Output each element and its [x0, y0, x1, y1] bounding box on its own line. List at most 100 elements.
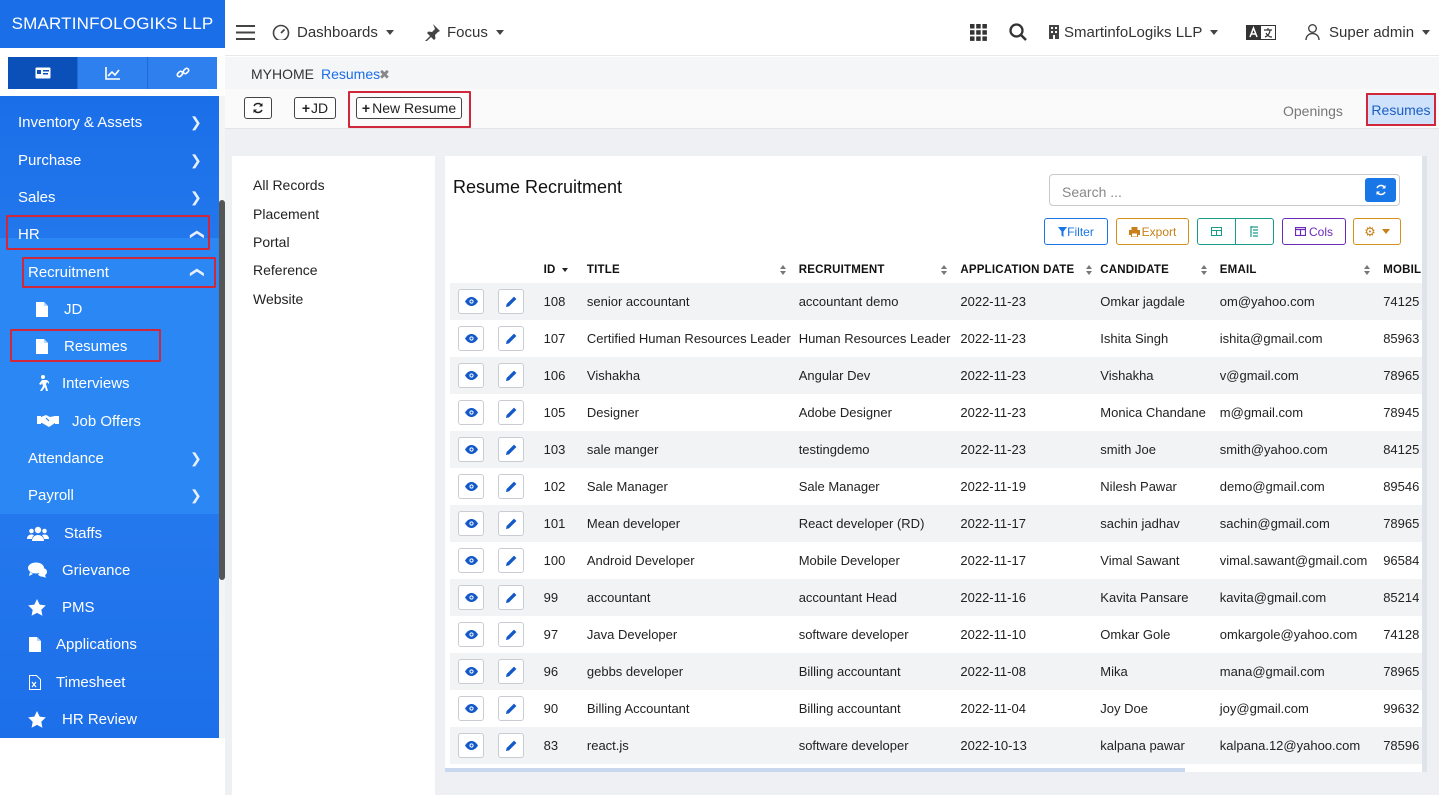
view-button[interactable]: [458, 548, 484, 573]
focus-menu[interactable]: Focus: [423, 8, 504, 56]
edit-button[interactable]: [498, 511, 525, 536]
export-label: Export: [1141, 224, 1177, 239]
close-tab-icon[interactable]: ✖: [379, 67, 390, 83]
view-button[interactable]: [458, 585, 484, 610]
language-icon[interactable]: [1246, 8, 1276, 56]
category-filter-panel: All Records Placement Portal Reference W…: [232, 156, 435, 795]
edit-button[interactable]: [498, 548, 525, 573]
cell-title: Mean developer: [582, 505, 795, 542]
table-body: 108 senior accountant accountant demo 2022-…: [450, 283, 1427, 764]
column-header-recruitment[interactable]: RECRUITMENT: [795, 257, 957, 283]
apps-grid-icon[interactable]: [970, 8, 987, 56]
view-button[interactable]: [458, 659, 484, 684]
sidebar-item-payroll[interactable]: Payroll ❯: [0, 478, 219, 512]
filter-reference[interactable]: Reference: [253, 262, 318, 278]
view-button[interactable]: [458, 511, 484, 536]
comments-icon: [27, 560, 49, 580]
column-header-mobile[interactable]: MOBIL: [1379, 257, 1427, 283]
edit-button[interactable]: [498, 363, 525, 388]
edit-button[interactable]: [498, 437, 525, 462]
column-header-id[interactable]: ID: [540, 257, 583, 283]
company-selector[interactable]: SmartinfoLogiks LLP: [1049, 8, 1219, 56]
edit-button[interactable]: [498, 622, 525, 647]
pencil-icon: [505, 629, 517, 640]
cell-recruitment: Mobile Developer: [798, 553, 900, 568]
sidebar-item-grievance[interactable]: Grievance: [0, 553, 219, 587]
refresh-button[interactable]: [244, 97, 272, 119]
horizontal-scrollbar[interactable]: [445, 768, 1185, 772]
column-header-title[interactable]: TITLE: [583, 257, 795, 283]
list-view-button[interactable]: [1236, 219, 1274, 244]
vertical-scrollbar[interactable]: [1422, 156, 1427, 772]
view-button[interactable]: [458, 363, 484, 388]
tab-resumes[interactable]: Resumes: [1366, 93, 1436, 126]
export-button[interactable]: Export: [1116, 218, 1189, 245]
brand-title: SMARTINFOLOGIKS LLP: [0, 0, 225, 48]
sidebar-item-job-offers[interactable]: Job Offers: [0, 404, 219, 438]
pencil-icon: [505, 555, 517, 566]
view-button[interactable]: [458, 696, 484, 721]
column-header-email[interactable]: EMAIL: [1216, 257, 1379, 283]
view-button[interactable]: [458, 733, 484, 758]
eye-icon: [464, 334, 478, 343]
hamburger-icon[interactable]: [236, 8, 255, 56]
edit-button[interactable]: [498, 585, 525, 610]
filter-all-records[interactable]: All Records: [253, 177, 325, 193]
cell-title: sale manger: [582, 431, 795, 468]
sidebar-item-purchase[interactable]: Purchase ❯: [0, 143, 219, 177]
sidebar-item-attendance[interactable]: Attendance ❯: [0, 441, 219, 475]
tab-links[interactable]: [148, 57, 217, 89]
view-button[interactable]: [458, 622, 484, 647]
plus-icon: +: [301, 100, 311, 116]
breadcrumb-home[interactable]: MYHOME: [251, 66, 314, 82]
sidebar-item-jd[interactable]: JD: [0, 292, 219, 326]
dashboards-menu[interactable]: Dashboards: [272, 8, 394, 56]
add-jd-button[interactable]: + JD: [294, 97, 336, 119]
sidebar-item-timesheet[interactable]: Timesheet: [0, 665, 219, 699]
view-button[interactable]: [458, 474, 484, 499]
sidebar-item-hr-review[interactable]: HR Review: [0, 702, 219, 736]
edit-button[interactable]: [498, 289, 525, 314]
column-header-application-date[interactable]: APPLICATION DATE: [956, 257, 1096, 283]
pencil-icon: [505, 333, 517, 344]
table-row: 103 sale manger testingdemo 2022-11-23 smith…: [450, 431, 1427, 468]
search-icon[interactable]: [1009, 8, 1027, 56]
edit-button[interactable]: [498, 474, 525, 499]
cell-candidate: Mika: [1096, 653, 1216, 690]
sidebar-item-inventory[interactable]: Inventory & Assets ❯: [0, 105, 219, 139]
edit-button[interactable]: [498, 659, 525, 684]
filter-button[interactable]: Filter: [1044, 218, 1108, 245]
edit-button[interactable]: [498, 326, 525, 351]
user-menu[interactable]: Super admin: [1305, 8, 1431, 56]
filter-website[interactable]: Website: [253, 291, 303, 307]
chevron-right-icon: ❯: [190, 113, 202, 130]
cell-candidate: smith Joe: [1096, 431, 1216, 468]
column-header-candidate[interactable]: CANDIDATE: [1096, 257, 1216, 283]
cell-mobile: 96584: [1383, 553, 1420, 568]
columns-button[interactable]: Cols: [1282, 218, 1346, 245]
cell-email: m@gmail.com: [1219, 405, 1304, 420]
tab-cards[interactable]: [8, 57, 78, 89]
table-view-button[interactable]: [1198, 219, 1236, 244]
edit-button[interactable]: [498, 696, 525, 721]
edit-button[interactable]: [498, 733, 525, 758]
view-button[interactable]: [458, 326, 484, 351]
tab-charts[interactable]: [78, 57, 148, 89]
filter-portal[interactable]: Portal: [253, 234, 290, 250]
sidebar-item-interviews[interactable]: Interviews: [0, 366, 219, 400]
view-button[interactable]: [458, 437, 484, 462]
cell-title: Java Developer: [586, 627, 678, 642]
view-button[interactable]: [458, 289, 484, 314]
search-refresh-button[interactable]: [1365, 178, 1396, 202]
view-button[interactable]: [458, 400, 484, 425]
settings-button[interactable]: ⚙: [1353, 218, 1401, 245]
filter-placement[interactable]: Placement: [253, 206, 319, 222]
search-input[interactable]: Search ...: [1062, 184, 1122, 200]
edit-button[interactable]: [498, 400, 525, 425]
sidebar-item-applications[interactable]: Applications: [0, 627, 219, 661]
breadcrumb-current[interactable]: Resumes: [321, 66, 380, 82]
sidebar-item-sales[interactable]: Sales ❯: [0, 180, 219, 214]
sidebar-item-staffs[interactable]: Staffs: [0, 516, 219, 550]
sidebar-item-pms[interactable]: PMS: [0, 590, 219, 624]
tab-openings[interactable]: Openings: [1283, 103, 1343, 119]
